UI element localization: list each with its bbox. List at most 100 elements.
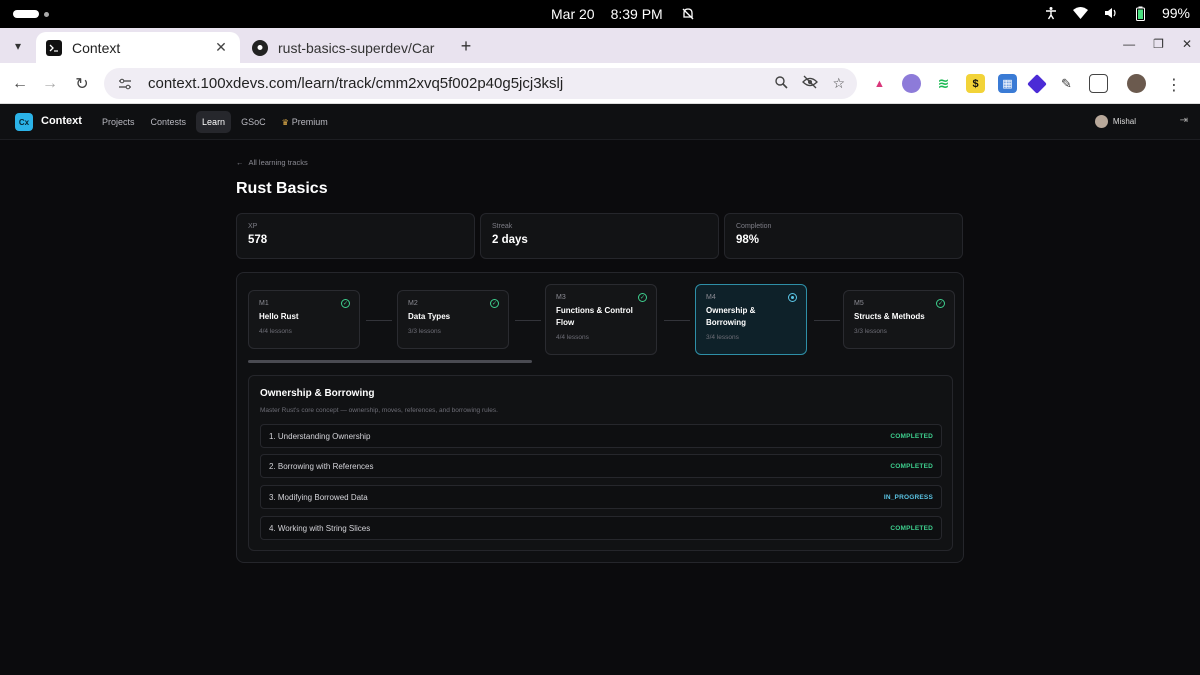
activities-indicator[interactable] [13,10,39,18]
stat-label: Streak [492,223,513,230]
reload-icon[interactable]: ↻ [70,72,94,96]
module-lessons: 3/3 lessons [408,328,441,335]
extension-signal-icon[interactable]: ≋ [934,74,953,93]
extension-arc-icon[interactable]: ▲ [870,74,889,93]
workspace-dot [44,12,49,17]
module-card-m1[interactable]: M1 Hello Rust 4/4 lessons ✓ [248,290,360,349]
stat-value: 2 days [492,234,528,246]
check-circle-icon: ✓ [490,299,499,308]
url-text[interactable]: context.100xdevs.com/learn/track/cmm2xvq… [148,75,774,92]
stat-label: Completion [736,223,772,230]
module-card-m4[interactable]: M4 Ownership & Borrowing 3/4 lessons [695,284,807,355]
context-logo-icon[interactable]: Cx [15,113,33,131]
nav-premium[interactable]: ♛ Premium [276,111,334,133]
forward-arrow-icon[interactable]: → [38,72,62,96]
address-bar[interactable]: context.100xdevs.com/learn/track/cmm2xvq… [104,68,857,99]
extension-cloud-icon[interactable] [902,74,921,93]
nav-premium-label: Premium [291,117,328,127]
volume-icon[interactable] [1102,4,1120,22]
tab-search-chevron-icon[interactable]: ▾ [6,34,30,58]
back-link-label: All learning tracks [248,158,308,167]
user-name: Mishal [1112,117,1136,126]
app-header: Cx Context Projects Contests Learn GSoC … [0,104,1200,140]
module-card-m5[interactable]: M5 Structs & Methods 3/3 lessons ✓ [843,290,955,349]
module-card-m2[interactable]: M2 Data Types 3/3 lessons ✓ [397,290,509,349]
restore-icon[interactable]: ❐ [1153,37,1164,51]
extension-dollar-icon[interactable]: $ [966,74,985,93]
modules-scrollbar[interactable] [248,360,953,363]
lesson-row[interactable]: 1. Understanding Ownership COMPLETED [260,424,942,448]
stat-card-streak: Streak 2 days [480,213,719,259]
stat-card-completion: Completion 98% [724,213,963,259]
lesson-row[interactable]: 4. Working with String Slices COMPLETED [260,516,942,540]
module-code: M4 [706,294,716,301]
battery-percentage: 99% [1161,5,1190,21]
user-menu[interactable]: Mishal [1094,115,1136,128]
module-title: Hello Rust [259,312,299,321]
logout-icon[interactable]: ⇥ [1180,115,1188,126]
extension-diamond-icon[interactable] [1027,73,1047,94]
module-title: Functions & Control Flow [556,306,633,327]
battery-icon[interactable] [1132,4,1150,22]
wifi-icon[interactable] [1072,4,1090,22]
eye-off-icon[interactable] [802,75,819,92]
extensions-puzzle-icon[interactable] [1089,74,1108,93]
stat-value: 98% [736,234,760,246]
tab-context[interactable]: Context ✕ [36,32,240,63]
zoom-icon[interactable] [774,75,789,92]
module-code: M3 [556,294,566,301]
tab-title: rust-basics-superdev/Car [278,39,435,56]
status-badge: IN_PROGRESS [883,493,933,501]
site-info-icon[interactable] [116,75,134,93]
module-lessons: 3/4 lessons [706,334,739,341]
detail-title: Ownership & Borrowing [260,388,375,399]
module-lessons: 4/4 lessons [259,328,292,335]
lesson-row[interactable]: 2. Borrowing with References COMPLETED [260,454,942,478]
scrollbar-thumb[interactable] [248,360,532,363]
nav-gsoc[interactable]: GSoC [235,111,272,133]
lesson-name: 3. Modifying Borrowed Data [269,492,368,502]
os-date: Mar 20 [551,6,595,22]
module-code: M2 [408,300,418,307]
check-circle-icon: ✓ [638,293,647,302]
module-code: M1 [259,300,269,307]
eyedropper-icon[interactable]: ✎ [1057,74,1076,93]
lesson-name: 4. Working with String Slices [269,523,371,533]
module-detail-card: Ownership & Borrowing Master Rust's core… [248,375,953,551]
module-connector [366,320,392,321]
check-circle-icon: ✓ [936,299,945,308]
minimize-icon[interactable]: — [1123,37,1135,51]
notifications-off-icon [679,5,697,23]
os-clock[interactable]: Mar 20 8:39 PM [551,5,697,23]
tab-github[interactable]: rust-basics-superdev/Car [242,32,452,63]
current-target-icon [788,293,797,302]
browser-toolbar: ← → ↻ context.100xdevs.com/learn/track/c… [0,63,1200,104]
module-card-m3[interactable]: M3 Functions & Control Flow 4/4 lessons … [545,284,657,355]
browser-menu-icon[interactable]: ⋮ [1166,75,1182,95]
nav-learn[interactable]: Learn [196,111,232,133]
extension-grid-icon[interactable]: ▦ [998,74,1017,93]
stat-card-xp: XP 578 [236,213,475,259]
module-lessons: 3/3 lessons [854,328,887,335]
lesson-name: 1. Understanding Ownership [269,431,371,441]
stat-value: 578 [248,234,268,246]
close-window-icon[interactable]: ✕ [1182,37,1192,51]
module-title: Structs & Methods [854,312,925,321]
profile-avatar-icon[interactable] [1127,74,1146,93]
browser-tab-strip: ▾ Context ✕ rust-basics-superdev/Car + —… [0,28,1200,63]
module-title: Ownership & Borrowing [706,306,756,327]
github-favicon-icon [252,39,268,56]
nav-contests[interactable]: Contests [145,111,193,133]
back-to-tracks-link[interactable]: ← All learning tracks [236,158,308,167]
module-connector [814,320,840,321]
brand-name[interactable]: Context [41,115,82,127]
lesson-row[interactable]: 3. Modifying Borrowed Data IN_PROGRESS [260,485,942,509]
tab-close-icon[interactable]: ✕ [212,39,230,56]
bookmark-star-icon[interactable]: ☆ [832,75,845,92]
accessibility-icon[interactable] [1042,4,1060,22]
new-tab-icon[interactable]: + [456,36,476,56]
crown-icon: ♛ [281,117,289,127]
back-arrow-icon[interactable]: ← [8,72,32,96]
nav-projects[interactable]: Projects [96,111,141,133]
status-badge: COMPLETED [890,462,933,470]
